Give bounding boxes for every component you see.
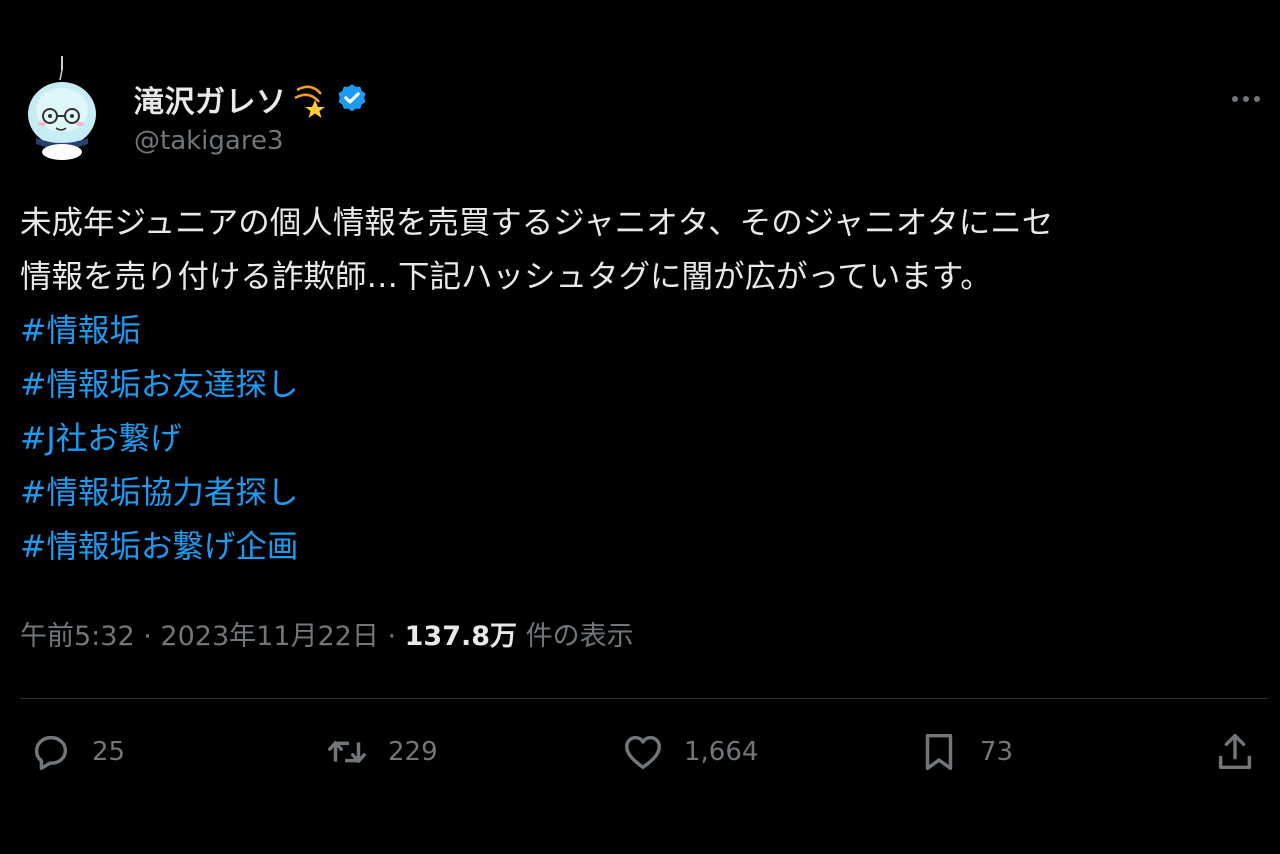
bookmark-count: 73 xyxy=(980,737,1014,767)
tweet-date[interactable]: 2023年11月22日 xyxy=(160,621,378,652)
author-handle[interactable]: @takigare3 xyxy=(134,126,284,156)
tweet-meta: 午前5:32 · 2023年11月22日 · 137.8万 件の表示 xyxy=(20,614,634,653)
reply-icon xyxy=(34,735,68,771)
meta-separator: · xyxy=(387,621,397,652)
tweet-text-line: 情報を売り付ける詐欺師…下記ハッシュタグに闇が広がっています。 xyxy=(20,259,992,295)
like-button[interactable]: 1,664 xyxy=(620,722,758,782)
divider xyxy=(20,698,1268,699)
hashtag-link[interactable]: #J社お繋げ xyxy=(20,412,1260,466)
tweet-text-line: 未成年ジュニアの個人情報を売買するジャニオタ、そのジャニオタにニセ xyxy=(20,205,1054,241)
bookmark-button[interactable]: 73 xyxy=(916,722,1013,782)
dizzy-icon xyxy=(293,85,325,118)
avatar[interactable] xyxy=(22,52,106,162)
share-button[interactable] xyxy=(1212,722,1258,782)
action-bar: 25 229 1,664 73 xyxy=(0,722,1280,782)
reply-count: 25 xyxy=(92,737,126,767)
hashtag-link[interactable]: #情報垢 xyxy=(20,304,1260,358)
like-count: 1,664 xyxy=(684,737,759,767)
hashtag-link[interactable]: #情報垢お友達探し xyxy=(20,358,1260,412)
meta-separator: · xyxy=(143,621,152,652)
retweet-icon xyxy=(328,741,366,763)
reply-button[interactable]: 25 xyxy=(28,722,125,782)
views-count[interactable]: 137.8万 xyxy=(405,621,517,652)
hashtag-link[interactable]: #情報垢お繋げ企画 xyxy=(20,520,1260,574)
tweet: 滝沢ガレソ @takigare3 未成年ジュニアの個人情報を売買するジャニオタ、… xyxy=(0,0,1280,854)
views-label: 件の表示 xyxy=(525,621,634,652)
retweet-button[interactable]: 229 xyxy=(324,722,438,782)
heart-icon xyxy=(624,735,662,770)
tweet-text: 未成年ジュニアの個人情報を売買するジャニオタ、そのジャニオタにニセ 情報を売り付… xyxy=(20,196,1260,574)
share-icon xyxy=(1218,733,1252,770)
bookmark-icon xyxy=(925,733,953,771)
author-display-name[interactable]: 滝沢ガレソ xyxy=(134,77,287,121)
verified-badge-icon[interactable] xyxy=(335,82,369,116)
author-name-row[interactable]: 滝沢ガレソ xyxy=(134,78,369,120)
more-options-icon[interactable] xyxy=(1226,84,1266,114)
hashtag-link[interactable]: #情報垢協力者探し xyxy=(20,466,1260,520)
tweet-time[interactable]: 午前5:32 xyxy=(20,621,135,652)
retweet-count: 229 xyxy=(388,737,438,767)
